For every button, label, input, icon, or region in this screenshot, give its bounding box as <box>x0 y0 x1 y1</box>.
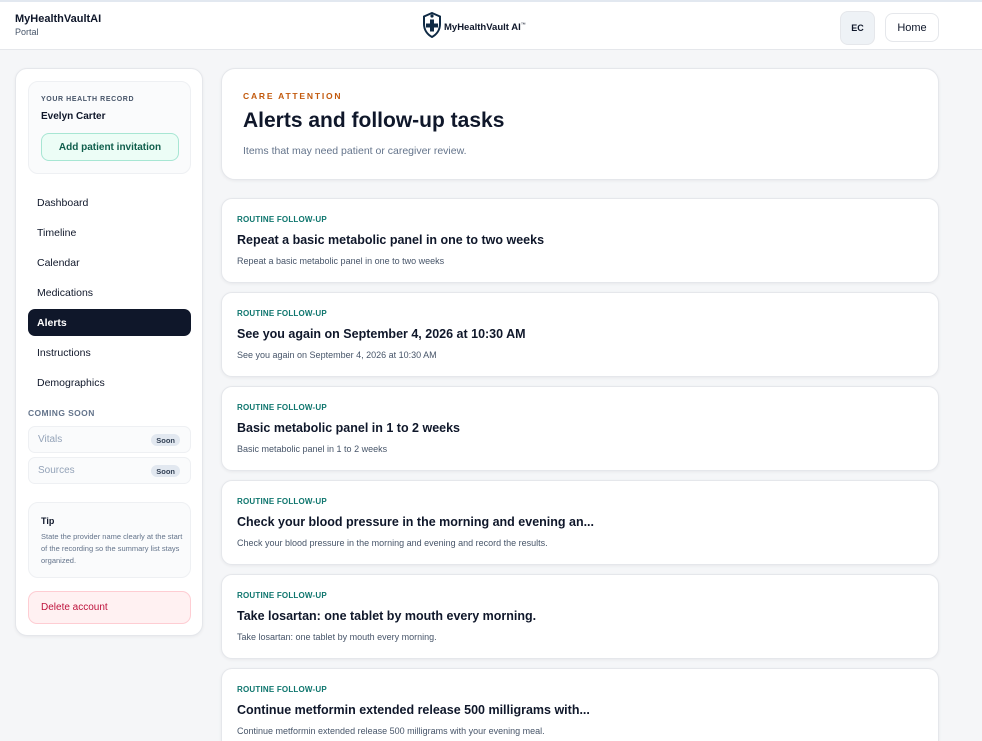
brand[interactable]: MyHealthVaultAI Portal <box>15 13 101 37</box>
alert-description: Repeat a basic metabolic panel in one to… <box>237 256 445 266</box>
alert-description: Basic metabolic panel in 1 to 2 weeks <box>237 444 388 454</box>
alert-description: Continue metformin extended release 500 … <box>237 726 545 736</box>
delete-account-button[interactable]: Delete account <box>28 591 191 624</box>
soon-badge: Soon <box>151 434 180 446</box>
sidebar-item-label: Sources <box>38 465 75 476</box>
alert-title: See you again on September 4, 2026 at 10… <box>237 327 526 341</box>
sidebar-item-demographics[interactable]: Demographics <box>28 369 191 396</box>
alert-description: Check your blood pressure in the morning… <box>237 538 548 548</box>
sidebar-item-label: Vitals <box>38 434 63 445</box>
sidebar-item-timeline[interactable]: Timeline <box>28 219 191 246</box>
app-logo: MyHealthVault AI™ <box>422 11 526 43</box>
alert-category: ROUTINE FOLLOW-UP <box>237 497 327 506</box>
alert-title: Basic metabolic panel in 1 to 2 weeks <box>237 421 461 435</box>
sidebar-item-vitals: Vitals Soon <box>28 426 191 453</box>
alert-card[interactable]: ROUTINE FOLLOW-UP Take losartan: one tab… <box>221 574 939 659</box>
top-bar: MyHealthVaultAI Portal MyHealthVault AI™… <box>0 0 982 50</box>
tip-title: Tip <box>41 516 55 526</box>
alert-title: Take losartan: one tablet by mouth every… <box>237 609 537 623</box>
sidebar-item-medications[interactable]: Medications <box>28 279 191 306</box>
trademark-mark: ™ <box>520 21 526 28</box>
alert-category: ROUTINE FOLLOW-UP <box>237 215 327 224</box>
coming-soon-heading: COMING SOON <box>28 408 95 418</box>
sidebar: YOUR HEALTH RECORD Evelyn Carter Add pat… <box>15 68 203 636</box>
alert-category: ROUTINE FOLLOW-UP <box>237 591 327 600</box>
alert-category: ROUTINE FOLLOW-UP <box>237 403 327 412</box>
alert-description: Take losartan: one tablet by mouth every… <box>237 632 437 642</box>
soon-badge: Soon <box>151 465 180 477</box>
alert-description: See you again on September 4, 2026 at 10… <box>237 350 437 360</box>
alert-title: Check your blood pressure in the morning… <box>237 515 595 529</box>
alert-card[interactable]: ROUTINE FOLLOW-UP Continue metformin ext… <box>221 668 939 741</box>
brand-name: MyHealthVaultAI <box>15 13 102 25</box>
record-label: YOUR HEALTH RECORD <box>41 96 135 103</box>
logo-text: MyHealthVault AI™ <box>444 22 526 33</box>
brand-subtitle: Portal <box>15 27 39 37</box>
alert-category: ROUTINE FOLLOW-UP <box>237 309 327 318</box>
health-record-card: YOUR HEALTH RECORD Evelyn Carter Add pat… <box>28 81 191 174</box>
tip-text: State the provider name clearly at the s… <box>41 532 183 565</box>
user-avatar[interactable]: EC <box>840 11 875 45</box>
sidebar-item-sources: Sources Soon <box>28 457 191 484</box>
sidebar-item-dashboard[interactable]: Dashboard <box>28 189 191 216</box>
page-header: CARE ATTENTION Alerts and follow-up task… <box>221 68 939 180</box>
home-button[interactable]: Home <box>885 13 939 42</box>
alert-category: ROUTINE FOLLOW-UP <box>237 685 327 694</box>
shield-cross-icon <box>422 11 442 43</box>
alert-title: Continue metformin extended release 500 … <box>237 703 590 717</box>
logo-wordmark: MyHealthVault AI <box>444 22 521 34</box>
tip-card: Tip State the provider name clearly at t… <box>28 502 191 578</box>
alert-card[interactable]: ROUTINE FOLLOW-UP See you again on Septe… <box>221 292 939 377</box>
alert-card[interactable]: ROUTINE FOLLOW-UP Check your blood press… <box>221 480 939 565</box>
sidebar-item-calendar[interactable]: Calendar <box>28 249 191 276</box>
page-title: Alerts and follow-up tasks <box>243 109 505 132</box>
page-subtitle: Items that may need patient or caregiver… <box>243 145 467 157</box>
alert-card[interactable]: ROUTINE FOLLOW-UP Repeat a basic metabol… <box>221 198 939 283</box>
alert-card[interactable]: ROUTINE FOLLOW-UP Basic metabolic panel … <box>221 386 939 471</box>
page-eyebrow: CARE ATTENTION <box>243 91 343 101</box>
add-patient-invitation-button[interactable]: Add patient invitation <box>41 133 179 161</box>
patient-name: Evelyn Carter <box>41 111 106 122</box>
alert-title: Repeat a basic metabolic panel in one to… <box>237 233 545 247</box>
sidebar-item-alerts[interactable]: Alerts <box>28 309 191 336</box>
sidebar-item-instructions[interactable]: Instructions <box>28 339 191 366</box>
